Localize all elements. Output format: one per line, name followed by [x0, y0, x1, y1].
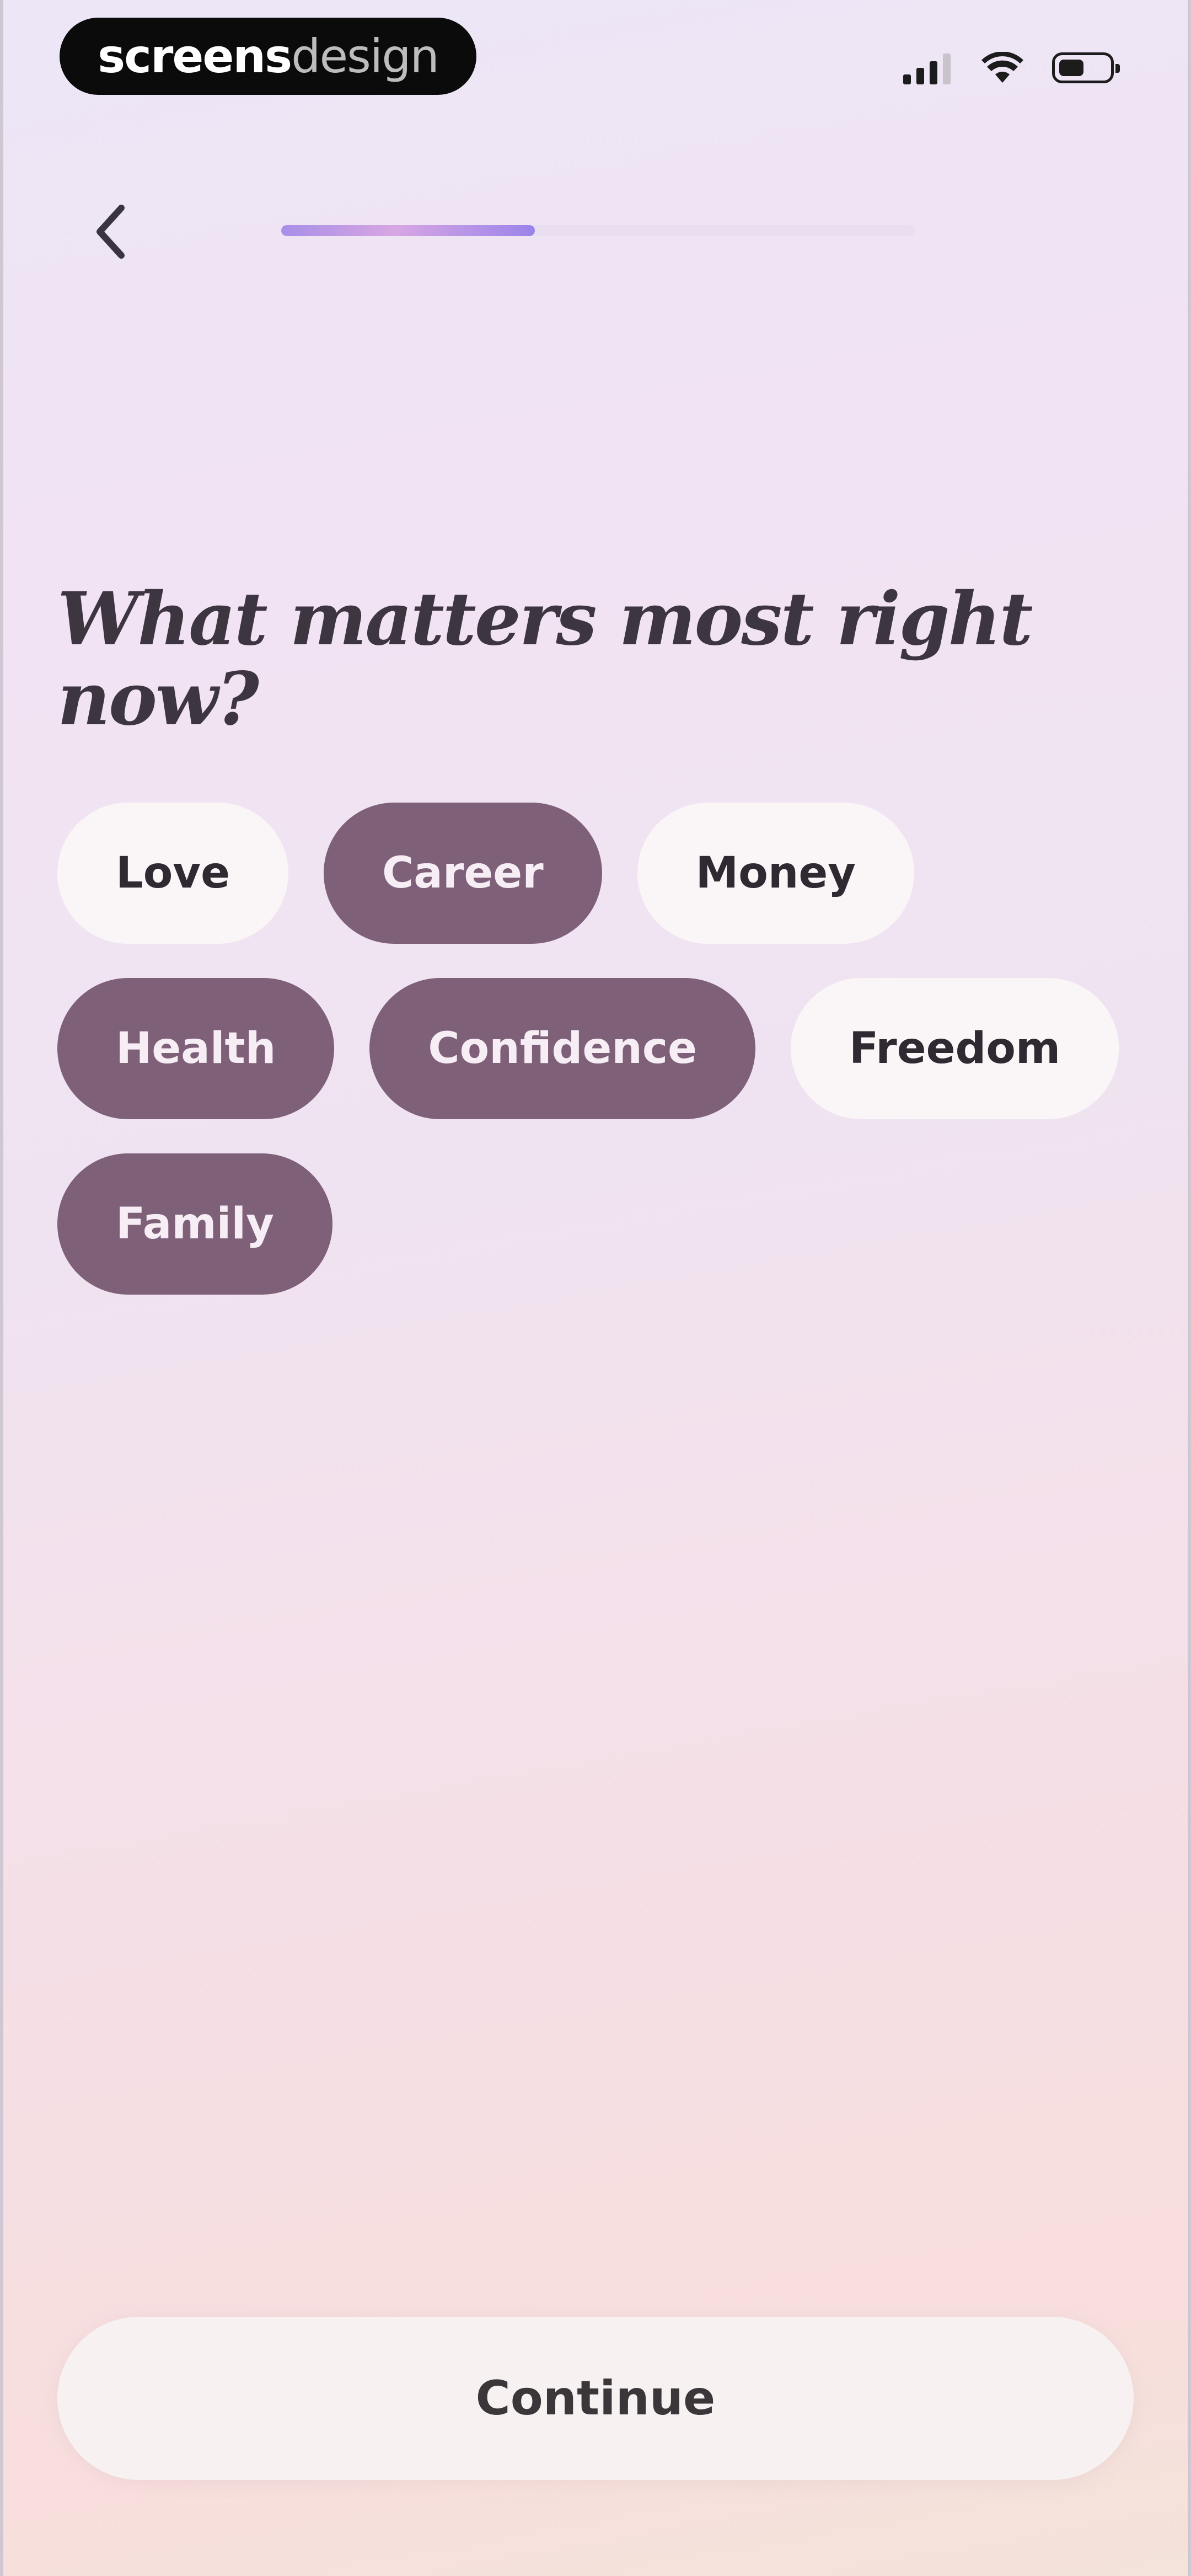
watermark-text-strong: screens: [98, 29, 292, 83]
chip-family[interactable]: Family: [57, 1153, 332, 1295]
screensdesign-watermark: screensdesign: [60, 18, 476, 95]
progress-bar-fill: [281, 225, 535, 236]
chip-health[interactable]: Health: [57, 978, 335, 1119]
back-button[interactable]: [83, 199, 138, 265]
question-heading: What matters most right now?: [57, 576, 1033, 742]
cellular-signal-icon: [903, 51, 951, 84]
chip-love[interactable]: Love: [57, 803, 289, 944]
option-chips: Love Career Money Health Confidence Free…: [57, 803, 1138, 1295]
watermark-text-light: design: [291, 29, 439, 83]
watermark-text: screensdesign: [98, 33, 439, 79]
chip-career[interactable]: Career: [324, 803, 602, 944]
continue-button[interactable]: Continue: [57, 2317, 1134, 2480]
device-frame-left: [0, 0, 3, 2576]
chip-money[interactable]: Money: [637, 803, 915, 944]
chevron-left-icon: [96, 205, 125, 259]
battery-icon: [1052, 52, 1120, 83]
chip-freedom[interactable]: Freedom: [790, 978, 1119, 1119]
chip-confidence[interactable]: Confidence: [369, 978, 755, 1119]
device-frame-right: [1188, 0, 1191, 2576]
wifi-icon: [981, 52, 1023, 83]
status-icons: [903, 49, 1120, 87]
onboarding-progress-bar: [281, 225, 915, 236]
